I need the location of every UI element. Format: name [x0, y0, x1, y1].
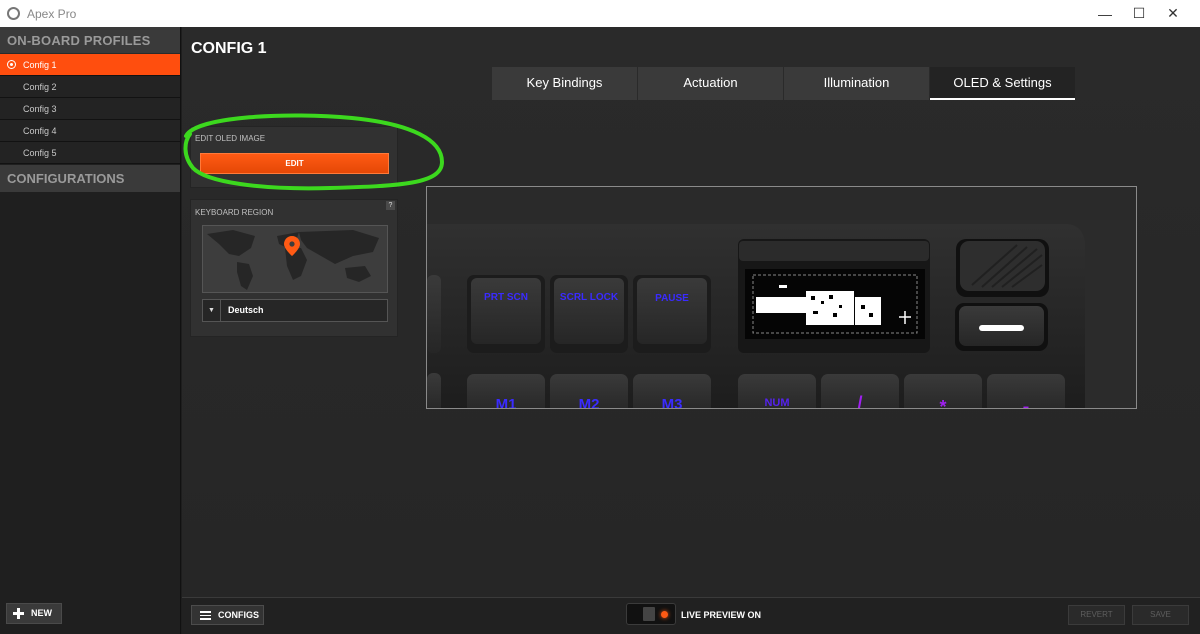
sidebar: ON-BOARD PROFILES Config 1 Config 2 Conf… [0, 27, 181, 634]
keyboard-region-label: KEYBOARD REGION [195, 208, 274, 217]
configs-label: CONFIGS [218, 610, 260, 620]
world-map[interactable] [202, 225, 388, 293]
help-icon[interactable]: ? [386, 201, 395, 210]
region-select[interactable]: ▼ Deutsch [202, 299, 388, 322]
key-pause: PAUSE [655, 293, 689, 304]
window-title: Apex Pro [27, 7, 77, 21]
list-icon [200, 611, 211, 620]
key-scrlock: SCRL LOCK [560, 292, 619, 303]
sidebar-item-config-4[interactable]: Config 4 [0, 120, 180, 142]
key-m3: M3 [662, 396, 683, 409]
key-slash: / [857, 393, 862, 409]
bottom-bar: CONFIGS LIVE PREVIEW ON REVERT SAVE [182, 597, 1200, 634]
sidebar-item-config-1[interactable]: Config 1 [0, 54, 180, 76]
sidebar-item-config-5[interactable]: Config 5 [0, 142, 180, 164]
region-selected-value: Deutsch [228, 305, 264, 315]
new-config-button[interactable]: NEW [6, 603, 62, 624]
tab-actuation[interactable]: Actuation [638, 67, 783, 100]
tab-oled-settings[interactable]: OLED & Settings [930, 67, 1075, 100]
world-map-graphic [203, 226, 387, 292]
tab-bar: Key Bindings Actuation Illumination OLED… [492, 67, 1076, 100]
sidebar-item-label: Config 1 [23, 60, 57, 70]
tab-key-bindings[interactable]: Key Bindings [492, 67, 637, 100]
configs-button[interactable]: CONFIGS [191, 605, 264, 625]
close-button[interactable]: ✕ [1150, 0, 1196, 27]
live-preview-toggle[interactable] [626, 603, 676, 625]
live-indicator-icon [661, 611, 668, 618]
active-radio-icon [7, 60, 16, 69]
title-bar: Apex Pro — ☐ ✕ [0, 0, 1200, 27]
plus-icon [13, 608, 24, 619]
page-title: CONFIG 1 [191, 40, 267, 57]
edit-oled-panel: EDIT OLED IMAGE EDIT [190, 126, 398, 188]
tab-illumination[interactable]: Illumination [784, 67, 929, 100]
keyboard-region-panel: KEYBOARD REGION ? ▼ Deutsch [190, 199, 398, 337]
sidebar-item-label: Config 2 [23, 82, 57, 92]
edit-oled-button[interactable]: EDIT [200, 153, 389, 174]
edit-oled-label: EDIT OLED IMAGE [195, 134, 266, 143]
sidebar-item-config-2[interactable]: Config 2 [0, 76, 180, 98]
key-num: NUM [764, 397, 789, 409]
dropdown-arrow-icon: ▼ [203, 300, 221, 321]
save-button[interactable]: SAVE [1132, 605, 1189, 625]
sidebar-item-config-3[interactable]: Config 3 [0, 98, 180, 120]
sidebar-item-label: Config 5 [23, 148, 57, 158]
revert-button[interactable]: REVERT [1068, 605, 1125, 625]
key-m2: M2 [579, 396, 600, 409]
new-label: NEW [31, 608, 52, 618]
sidebar-item-label: Config 3 [23, 104, 57, 114]
main-area: CONFIG 1 Key Bindings Actuation Illumina… [182, 27, 1200, 597]
live-preview-label: LIVE PREVIEW ON [681, 610, 762, 620]
configurations-header[interactable]: CONFIGURATIONS [0, 165, 180, 192]
keyboard-preview: PRT SCN SCRL LOCK PAUSE M1 M2 M3 NUM / *… [426, 186, 1137, 409]
key-asterisk: * [939, 397, 946, 409]
steelseries-logo-icon [7, 7, 20, 20]
key-m1: M1 [496, 396, 517, 409]
toggle-knob [643, 607, 655, 621]
sidebar-item-label: Config 4 [23, 126, 57, 136]
key-minus: - [1023, 396, 1030, 409]
keyboard-render: PRT SCN SCRL LOCK PAUSE M1 M2 M3 NUM / *… [427, 220, 1136, 409]
key-prtscn: PRT SCN [484, 292, 528, 303]
onboard-profiles-header[interactable]: ON-BOARD PROFILES [0, 27, 180, 54]
